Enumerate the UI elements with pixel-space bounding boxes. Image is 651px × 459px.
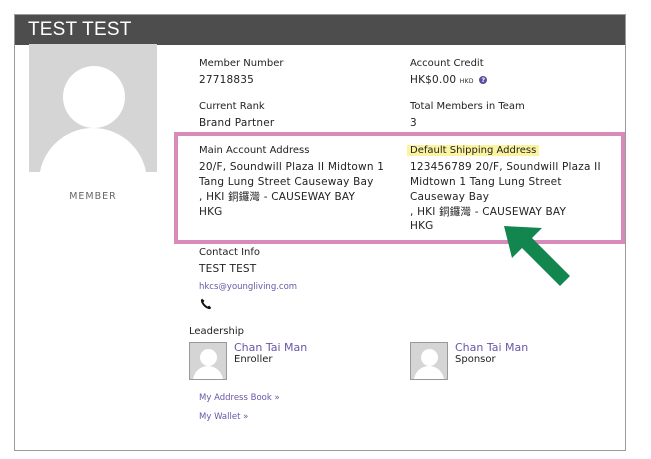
- shipping-address-line: , HKI 銅鑼灣 - CAUSEWAY BAY: [410, 206, 567, 218]
- account-credit-row: HK$0.00 HKD ?: [410, 73, 488, 89]
- phone-icon: [200, 298, 212, 310]
- sponsor-name-link[interactable]: Chan Tai Man: [455, 341, 528, 354]
- main-address-line: , HKI 銅鑼灣 - CAUSEWAY BAY: [199, 191, 356, 203]
- enroller-name-link[interactable]: Chan Tai Man: [234, 341, 307, 354]
- shipping-address-line: HKG: [410, 220, 434, 232]
- currency-code: HKD: [459, 78, 474, 85]
- annotation-arrow-icon: [504, 226, 570, 286]
- contact-info-label: Contact Info: [199, 247, 261, 258]
- shipping-address-line: Midtown 1 Tang Lung Street: [410, 176, 562, 188]
- address-book-link[interactable]: My Address Book »: [199, 393, 280, 403]
- total-members-label: Total Members in Team: [410, 101, 525, 112]
- sponsor-role: Sponsor: [455, 354, 496, 365]
- sponsor-avatar: [410, 342, 448, 380]
- member-label: MEMBER: [69, 191, 117, 202]
- enroller-avatar: [189, 342, 227, 380]
- shipping-address-line: 123456789 20/F, Soundwill Plaza II: [410, 161, 601, 173]
- main-address-line: Tang Lung Street Causeway Bay: [199, 176, 374, 188]
- account-credit-value: HK$0.00: [410, 74, 457, 86]
- contact-email-link[interactable]: hkcs@youngliving.com: [199, 282, 297, 292]
- contact-name: TEST TEST: [199, 263, 257, 275]
- help-icon[interactable]: ?: [479, 76, 488, 84]
- page-title: TEST TEST: [15, 15, 625, 45]
- current-rank-value: Brand Partner: [199, 117, 275, 129]
- member-avatar: [29, 44, 157, 172]
- member-number-label: Member Number: [199, 58, 284, 69]
- shipping-address-line: Causeway Bay: [410, 191, 490, 203]
- main-address-line: 20/F, Soundwill Plaza II Midtown 1: [199, 161, 385, 173]
- total-members-value: 3: [410, 117, 417, 129]
- member-number-value: 27718835: [199, 74, 255, 86]
- enroller-role: Enroller: [234, 354, 273, 365]
- current-rank-label: Current Rank: [199, 101, 265, 112]
- account-credit-label: Account Credit: [410, 58, 484, 69]
- leadership-title: Leadership: [189, 326, 244, 337]
- shipping-address-label-text: Default Shipping Address: [407, 145, 540, 156]
- shipping-address-label: Default Shipping Address: [407, 145, 540, 156]
- main-address-line: HKG: [199, 206, 223, 218]
- main-address-label: Main Account Address: [199, 145, 310, 156]
- wallet-link[interactable]: My Wallet »: [199, 412, 248, 422]
